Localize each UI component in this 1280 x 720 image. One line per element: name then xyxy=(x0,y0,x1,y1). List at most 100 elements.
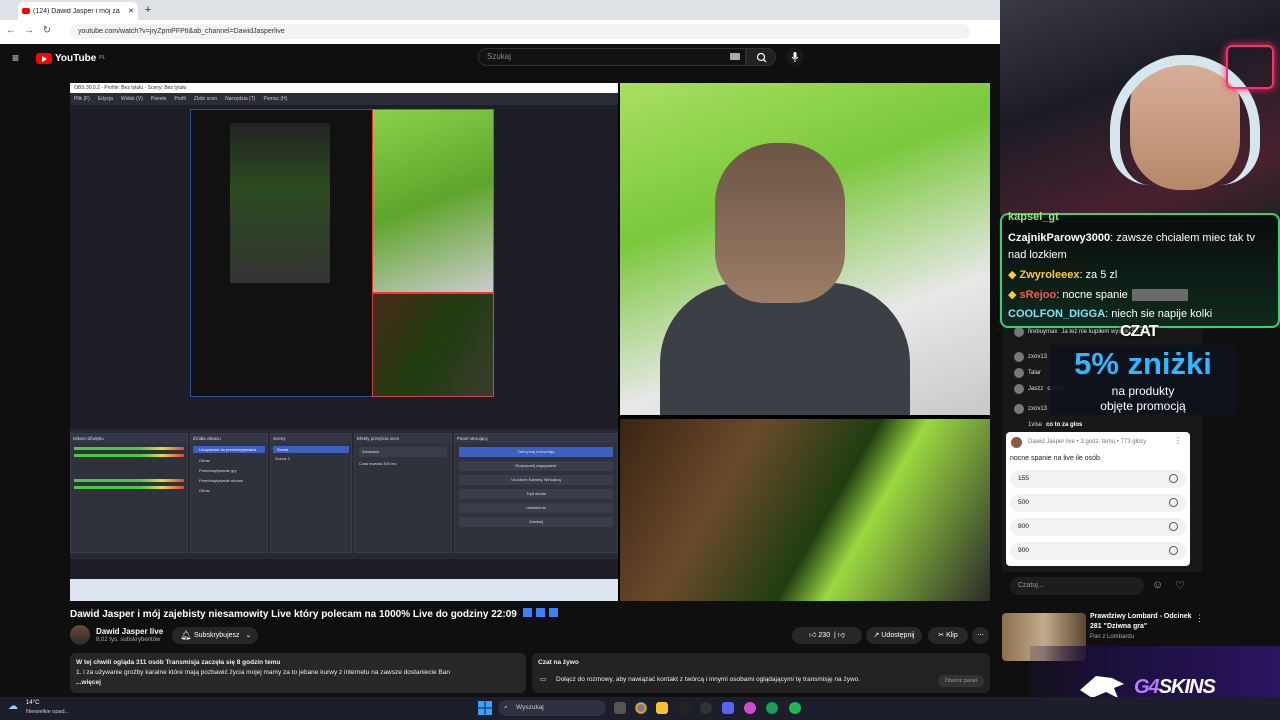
browser-tab[interactable]: (124) Dawid Jasper i mój za ✕ xyxy=(18,2,138,20)
obs-preview-webcam xyxy=(372,109,494,293)
chevron-down-icon: ⌄ xyxy=(245,632,252,639)
obs-studio-mode-button[interactable]: Tryb studia xyxy=(459,489,613,499)
obs-icon[interactable] xyxy=(700,702,712,714)
youtube-logo[interactable]: YouTube PL xyxy=(36,52,105,64)
obs-settings-button[interactable]: Ustawienia xyxy=(459,503,613,513)
browser-icon[interactable] xyxy=(744,702,756,714)
recommended-title[interactable]: 281 "Dziwna gra" xyxy=(1090,623,1147,630)
obs-record-button[interactable]: Rozpocznij nagrywanie xyxy=(459,461,613,471)
search-input[interactable]: Szukaj xyxy=(478,48,746,66)
overlay-chat-line: ◆ sRejoo: nocne spanie xyxy=(1008,288,1188,302)
weather-temp: 14°C xyxy=(26,700,40,706)
avatar xyxy=(1014,420,1024,430)
menu-icon[interactable]: ≡ xyxy=(12,52,24,64)
terminal-icon[interactable] xyxy=(678,702,690,714)
task-view-icon[interactable] xyxy=(614,702,626,714)
poll-option[interactable]: 155 xyxy=(1010,470,1186,488)
audio-meter xyxy=(74,486,184,489)
xbox-icon[interactable] xyxy=(766,702,778,714)
clip-button[interactable]: ✂ Klip xyxy=(928,627,968,644)
spotify-icon[interactable] xyxy=(789,702,801,714)
poll-option[interactable]: 500 xyxy=(1010,494,1186,512)
avatar xyxy=(1014,384,1024,394)
tab-title: (124) Dawid Jasper i mój za xyxy=(33,7,120,15)
recommended-channel[interactable]: Pan z Lombardu xyxy=(1090,634,1134,640)
obs-menu-item: Pomoc (H) xyxy=(263,96,288,102)
new-tab-button[interactable]: + xyxy=(142,3,154,17)
chat-bubble-icon: ▭ xyxy=(540,676,547,683)
badge-icon: ◆ xyxy=(1008,269,1020,281)
keyboard-icon[interactable] xyxy=(730,53,740,60)
video-title: Dawid Jasper i mój zajebisty niesamowity… xyxy=(70,608,558,620)
overlay-chat-line: CzajnikParowy3000: zawsze chcialem miec … xyxy=(1008,232,1255,244)
windows-start-icon[interactable] xyxy=(478,701,492,715)
audio-meter xyxy=(74,447,184,450)
url-input[interactable]: youtube.com/watch?v=jryZpmPFPtI&ab_chann… xyxy=(70,24,970,39)
thumbs-up-icon[interactable]: 👍︎ xyxy=(809,632,816,639)
recommended-title[interactable]: Prawdziwy Lombard - Odcinek xyxy=(1090,613,1192,620)
sponsor-name: G4SKINS xyxy=(1134,676,1216,698)
thumbs-down-icon[interactable]: 👎︎ xyxy=(838,632,845,639)
description-box[interactable]: W tej chwili ogląda 311 osób Transmisja … xyxy=(70,653,526,693)
share-button[interactable]: ↗ Udostępnij xyxy=(866,627,922,644)
radio-icon xyxy=(1169,522,1178,531)
microphone-icon xyxy=(791,52,799,62)
like-dislike-button[interactable]: 👍︎ 230 | 👎︎ xyxy=(792,627,862,644)
obs-virtualcam-button[interactable]: Uruchom Kamerę Wirtualną xyxy=(459,475,613,485)
share-icon: ↗ xyxy=(873,632,880,639)
radio-icon xyxy=(1169,474,1178,483)
address-bar-area: ← → ↻ youtube.com/watch?v=jryZpmPFPtI&ab… xyxy=(0,20,1000,45)
emote-icon xyxy=(1131,289,1188,302)
chat-poll: Dawid Jasper live • 3 godz. temu • 773 g… xyxy=(1006,432,1190,566)
obs-sources-dock: Źródła obrazu Urządzenie do przechwytywa… xyxy=(190,433,268,553)
obs-transitions-dock: Efekty przejścia scen Zanikanie Czas trw… xyxy=(354,433,452,553)
avatar xyxy=(1011,437,1022,448)
obs-menu-bar: Plik (F) Edycja Widok (V) Panele Profil … xyxy=(70,93,618,105)
poll-option[interactable]: 800 xyxy=(1010,518,1186,536)
more-button[interactable]: ⋯ xyxy=(972,627,989,644)
obs-exit-button[interactable]: Zamknij xyxy=(459,517,613,527)
scissors-icon: ✂ xyxy=(938,632,945,639)
forward-icon[interactable]: → xyxy=(22,24,36,38)
emoji-icon[interactable]: ☺ xyxy=(1152,579,1163,591)
channel-avatar[interactable] xyxy=(70,625,90,645)
microphone-button[interactable] xyxy=(786,48,804,66)
discord-icon[interactable] xyxy=(722,702,734,714)
poll-option[interactable]: 900 xyxy=(1010,542,1186,560)
streamer-webcam xyxy=(1000,0,1280,215)
taskbar-search[interactable]: ⌕ Wyszukaj xyxy=(498,700,606,716)
promo-discount: 5% zniżki xyxy=(1074,346,1212,381)
overlay-chat-line: nad lozkiem xyxy=(1008,249,1067,261)
back-icon[interactable]: ← xyxy=(4,24,18,38)
heart-icon[interactable]: ♡ xyxy=(1175,579,1185,592)
obs-controls-dock: Panel sterujący Zatrzymaj transmisję Roz… xyxy=(454,433,618,553)
youtube-play-icon xyxy=(36,52,52,64)
badge-icon: ◆ xyxy=(1008,289,1020,301)
search-icon: ⌕ xyxy=(504,704,508,711)
chat-message: 1vise co to za glos xyxy=(1014,420,1082,430)
audio-meter xyxy=(74,479,184,482)
more-vert-icon[interactable]: ⋮ xyxy=(1195,613,1204,624)
file-explorer-icon[interactable] xyxy=(656,702,668,714)
search-button[interactable] xyxy=(746,48,776,66)
reload-icon[interactable]: ↻ xyxy=(40,24,54,38)
youtube-favicon-icon xyxy=(22,8,30,14)
chat-message: Talar xyxy=(1014,368,1041,378)
tab-close-icon[interactable]: ✕ xyxy=(128,7,134,15)
emoji-icon xyxy=(535,608,545,617)
more-vert-icon[interactable]: ⋮ xyxy=(1174,436,1182,445)
open-panel-button[interactable]: Otwórz panel xyxy=(938,675,984,687)
chat-input[interactable]: Czatuj... xyxy=(1010,577,1144,595)
emoji-icon xyxy=(548,608,558,617)
show-more-link[interactable]: ...więcej xyxy=(76,679,101,686)
obs-menu-item: Widok (V) xyxy=(120,96,143,102)
weather-icon: ☁ xyxy=(8,701,18,712)
video-player[interactable]: OBS 30.0.2 - Profile: Bez tytułu - Sceny… xyxy=(70,83,990,601)
subscribe-button[interactable]: 🔔︎ Subskrybujesz ⌄ xyxy=(172,627,258,644)
channel-name[interactable]: Dawid Jasper live xyxy=(96,627,163,636)
chrome-icon[interactable] xyxy=(635,702,647,714)
chat-message: zxov13 xyxy=(1014,352,1047,362)
obs-menu-item: Zbiór scen xyxy=(193,96,218,102)
obs-stop-stream-button[interactable]: Zatrzymaj transmisję xyxy=(459,447,613,457)
promo-line: na produkty xyxy=(1111,384,1175,398)
